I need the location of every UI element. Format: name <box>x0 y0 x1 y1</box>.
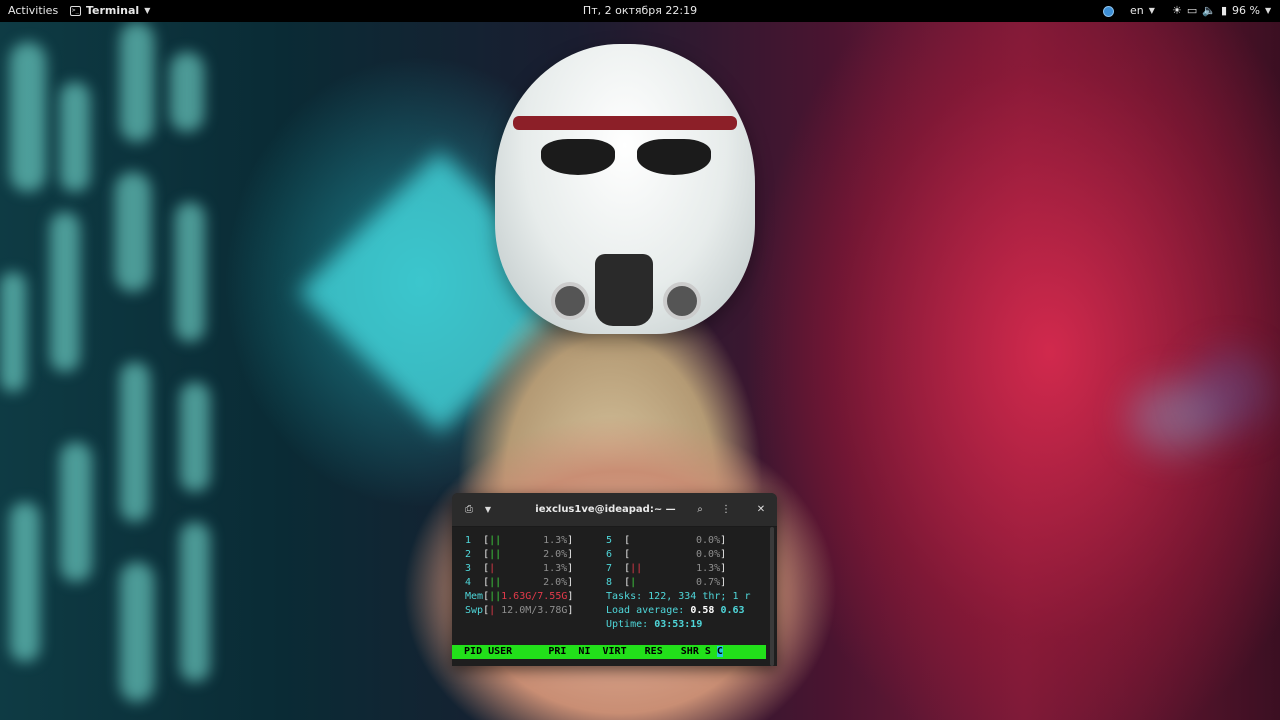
wallpaper-glow <box>180 522 210 682</box>
swap-bar: | <box>489 605 496 616</box>
wallpaper-glow <box>120 562 154 702</box>
cpu-number: 8 <box>606 577 613 588</box>
wallpaper-glow <box>10 502 40 662</box>
clock-button[interactable]: Пт, 2 октября 22:19 <box>0 0 1280 22</box>
close-icon[interactable]: ✕ <box>754 502 768 518</box>
cpu-percent: 0.0% <box>696 549 721 560</box>
swap-meter: Swp[| 12.0M/3.78G] <box>465 605 574 616</box>
globe-icon <box>1103 5 1114 17</box>
cpu-bar: || <box>489 577 502 588</box>
cpu-percent: 0.0% <box>696 535 721 546</box>
wallpaper-glow <box>170 52 204 132</box>
system-menu[interactable]: ☀ ▭ 🔈 ▮ 96 % ▼ <box>1172 0 1271 22</box>
wallpaper-glow <box>175 202 205 342</box>
chevron-down-icon: ▼ <box>1265 6 1272 15</box>
cpu-meter: 8 [| 0.7%] <box>606 577 727 588</box>
wallpaper-glow <box>180 382 210 492</box>
helmet-mouth <box>595 254 653 326</box>
cpu-number: 5 <box>606 535 613 546</box>
cpu-meter: 2 [|| 2.0%] <box>465 549 574 560</box>
swap-value: 12.0M/3.78G <box>501 605 568 616</box>
load-1min: 0.58 <box>690 605 715 616</box>
cpu-number: 1 <box>465 535 472 546</box>
memory-label: Mem <box>465 591 484 602</box>
new-tab-icon[interactable]: ⎙ <box>460 502 478 518</box>
uptime-label: Uptime: <box>606 619 649 630</box>
process-table-header[interactable]: PID USER PRI NI VIRT RES SHR S C <box>452 645 766 659</box>
tasks-meter: Tasks: 122, 334 thr; 1 r <box>606 590 751 604</box>
cpu-meter: 7 [|| 1.3%] <box>606 563 727 574</box>
load-label: Load average: <box>606 605 685 616</box>
memory-value: 1.63G/7.55G <box>501 591 568 602</box>
tasks-label: Tasks: <box>606 591 643 602</box>
volume-icon: 🔈 <box>1202 4 1216 17</box>
network-indicator[interactable] <box>1103 0 1114 22</box>
uptime-meter: Uptime: 03:53:19 <box>606 618 702 632</box>
cpu-bar: || <box>489 549 502 560</box>
helmet-cheek <box>551 282 589 320</box>
tasks-value: 122, 334 thr; 1 r <box>648 591 751 602</box>
terminal-scrollbar[interactable] <box>770 527 774 666</box>
chevron-down-icon: ▼ <box>1148 6 1155 15</box>
top-bar: Activities >_ Terminal ▼ Пт, 2 октября 2… <box>0 0 1280 22</box>
cpu-meter: 5 [0.0%] <box>606 535 727 546</box>
terminal-window[interactable]: ⎙ ▼ iexclus1ve@ideapad:~ — htop ⌕ ⋮ ✕ 1 … <box>452 493 777 666</box>
helmet-eye <box>637 139 711 175</box>
language-label: en <box>1130 4 1144 17</box>
wallpaper-glow <box>60 442 92 582</box>
wallpaper-glow <box>120 22 154 142</box>
wallpaper-glow <box>60 82 90 192</box>
cpu-meter: 3 [| 1.3%] <box>465 563 574 574</box>
process-columns: PID USER PRI NI VIRT RES SHR S <box>452 646 717 657</box>
wallpaper-bokeh <box>1190 352 1270 432</box>
cpu-percent: 1.3% <box>696 563 721 574</box>
cpu-percent: 1.3% <box>543 563 568 574</box>
memory-meter: Mem[||1.63G/7.55G] <box>465 591 574 602</box>
cpu-number: 2 <box>465 549 472 560</box>
search-icon[interactable]: ⌕ <box>692 502 708 518</box>
wallpaper-glow <box>50 212 80 372</box>
wallpaper-glow <box>115 172 151 292</box>
terminal-cursor: C <box>716 646 723 657</box>
cpu-percent: 1.3% <box>543 535 568 546</box>
helmet-eye <box>541 139 615 175</box>
chevron-down-icon[interactable]: ▼ <box>482 502 494 518</box>
helmet-band <box>513 116 737 130</box>
battery-percent: 96 % <box>1232 4 1260 17</box>
cpu-percent: 0.7% <box>696 577 721 588</box>
terminal-output[interactable]: 1 [|| 1.3%] 2 [|| 2.0%] 3 [| 1.3%] 4 [|| 2.0… <box>452 527 777 666</box>
wallpaper-glow <box>0 272 26 392</box>
load-5min: 0.63 <box>720 605 745 616</box>
kebab-menu-icon[interactable]: ⋮ <box>720 502 732 518</box>
wallpaper-glow <box>120 362 150 522</box>
wallpaper-glow <box>10 42 46 192</box>
helmet-cheek <box>663 282 701 320</box>
cpu-number: 4 <box>465 577 472 588</box>
battery-icon: ▮ <box>1220 4 1228 17</box>
cpu-percent: 2.0% <box>543 577 568 588</box>
cpu-bar: || <box>630 563 643 574</box>
cpu-meter: 4 [|| 2.0%] <box>465 577 574 588</box>
brightness-icon: ☀ <box>1172 4 1182 17</box>
language-selector[interactable]: en ▼ <box>1130 0 1155 22</box>
cpu-number: 3 <box>465 563 472 574</box>
load-meter: Load average: 0.58 0.63 <box>606 604 745 618</box>
cpu-percent: 2.0% <box>543 549 568 560</box>
cpu-meter: 1 [|| 1.3%] <box>465 535 574 546</box>
cpu-number: 7 <box>606 563 613 574</box>
screen-icon: ▭ <box>1186 4 1198 17</box>
uptime-value: 03:53:19 <box>654 619 703 630</box>
terminal-headerbar[interactable]: ⎙ ▼ iexclus1ve@ideapad:~ — htop ⌕ ⋮ ✕ <box>452 493 777 548</box>
cpu-number: 6 <box>606 549 613 560</box>
wallpaper-helmet <box>495 44 755 334</box>
clock-label: Пт, 2 октября 22:19 <box>582 4 698 17</box>
memory-bar: || <box>489 591 502 602</box>
cpu-meter: 6 [0.0%] <box>606 549 727 560</box>
cpu-bar: || <box>489 535 502 546</box>
swap-label: Swp <box>465 605 484 616</box>
